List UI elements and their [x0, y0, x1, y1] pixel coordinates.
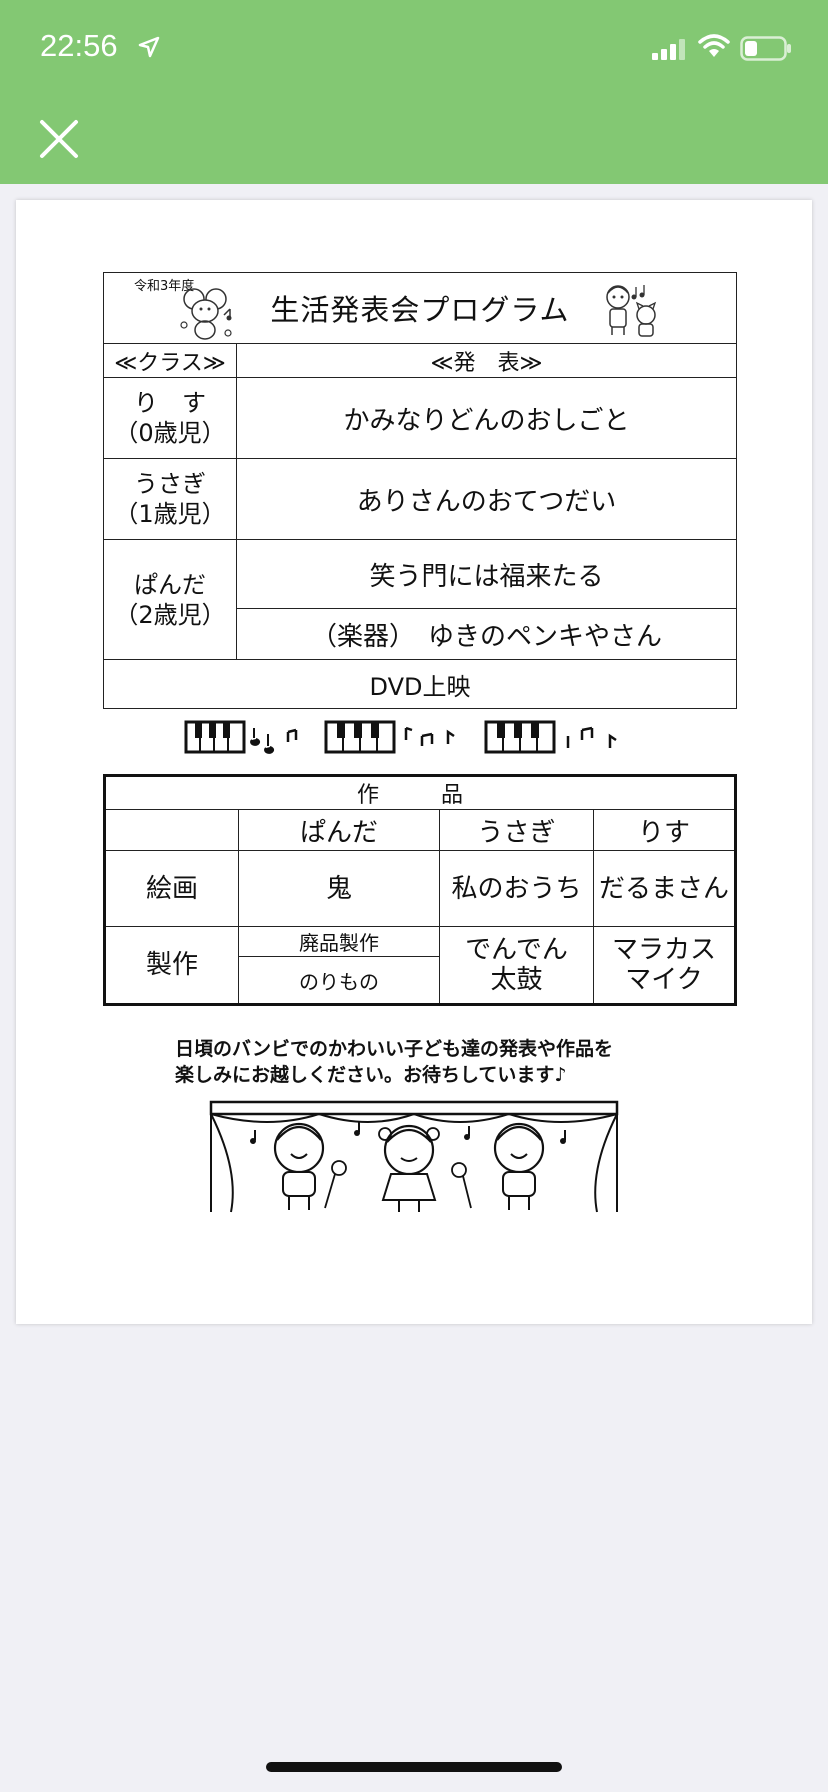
class-age: （1歳児） [114, 500, 226, 528]
painting-usagi: 私のおうち [439, 850, 594, 927]
presentation-risu: かみなりどんのおしごと [236, 377, 737, 459]
class-name: うさぎ [134, 470, 206, 498]
stage-children-illustration-icon [209, 1100, 619, 1213]
cellular-signal-icon [652, 39, 685, 60]
presentation-usagi: ありさんのおてつだい [236, 458, 737, 540]
presentation-panda: 笑う門には福来たる [236, 539, 737, 609]
battery-icon [740, 36, 791, 61]
program-title-cell: 令和3年度 生活発表会プログラム [103, 272, 737, 344]
class-cell-usagi: うさぎ （1歳児） [103, 458, 237, 540]
works-title: 作 品 [104, 775, 736, 810]
program-title: 生活発表会プログラム [270, 293, 570, 327]
mouse-illustration-icon [180, 288, 232, 340]
works-empty-header [104, 809, 239, 851]
wifi-icon [698, 34, 730, 57]
painting-panda: 鬼 [238, 850, 440, 927]
invitation-message: 日頃のバンビでのかわいい子ども達の発表や作品を 楽しみにお越しください。お待ちし… [175, 1036, 695, 1088]
class-name: ぱんだ [134, 570, 206, 599]
craft-usagi-line1: でんでん [465, 935, 568, 965]
dvd-cell: DVD上映 [103, 659, 737, 709]
class-age: （0歳児） [114, 419, 226, 447]
presentation-header: ≪発 表≫ [236, 343, 737, 378]
craft-usagi: でんでん 太鼓 [439, 926, 594, 1005]
message-line2: 楽しみにお越しください。お待ちしています♪ [175, 1064, 567, 1086]
children-illustration-icon [606, 285, 657, 337]
presentation-panda-instrument: （楽器） ゆきのペンキやさん [236, 608, 737, 660]
painting-risu: だるまさん [593, 850, 736, 927]
document-page: 令和3年度 生活発表会プログラム ≪クラス≫ ≪発 表≫ り す （0歳児） か… [16, 200, 812, 1324]
craft-panda-1: 廃品製作 [238, 926, 440, 957]
works-column-risu: りす [593, 809, 736, 851]
class-cell-panda: ぱんだ （2歳児） [103, 539, 237, 660]
craft-label: 製作 [104, 926, 239, 1005]
top-bar: 22:56 [0, 0, 828, 184]
craft-panda-2: のりもの [238, 956, 440, 1005]
status-time: 22:56 [40, 28, 118, 63]
program-table: 令和3年度 生活発表会プログラム ≪クラス≫ ≪発 表≫ り す （0歳児） か… [103, 272, 737, 709]
craft-risu-line2: マイク [625, 965, 703, 995]
message-line1: 日頃のバンビでのかわいい子ども達の発表や作品を [175, 1038, 613, 1060]
works-column-panda: ぱんだ [238, 809, 440, 851]
class-cell-risu: り す （0歳児） [103, 377, 237, 459]
location-arrow-icon [138, 36, 160, 58]
home-indicator[interactable] [266, 1762, 562, 1772]
class-age: （2歳児） [114, 600, 226, 629]
class-header: ≪クラス≫ [103, 343, 237, 378]
painting-label: 絵画 [104, 850, 239, 927]
works-column-usagi: うさぎ [439, 809, 594, 851]
craft-usagi-line2: 太鼓 [490, 965, 543, 995]
class-name: り す [134, 389, 206, 417]
piano-music-notes-icon [184, 720, 617, 754]
craft-risu-line1: マラカス [611, 935, 716, 965]
close-icon[interactable] [36, 116, 82, 162]
craft-risu: マラカス マイク [593, 926, 736, 1005]
works-table: 作 品 ぱんだ うさぎ りす 絵画 鬼 私のおうち だるまさん 製作 廃品製作 … [103, 774, 737, 1006]
